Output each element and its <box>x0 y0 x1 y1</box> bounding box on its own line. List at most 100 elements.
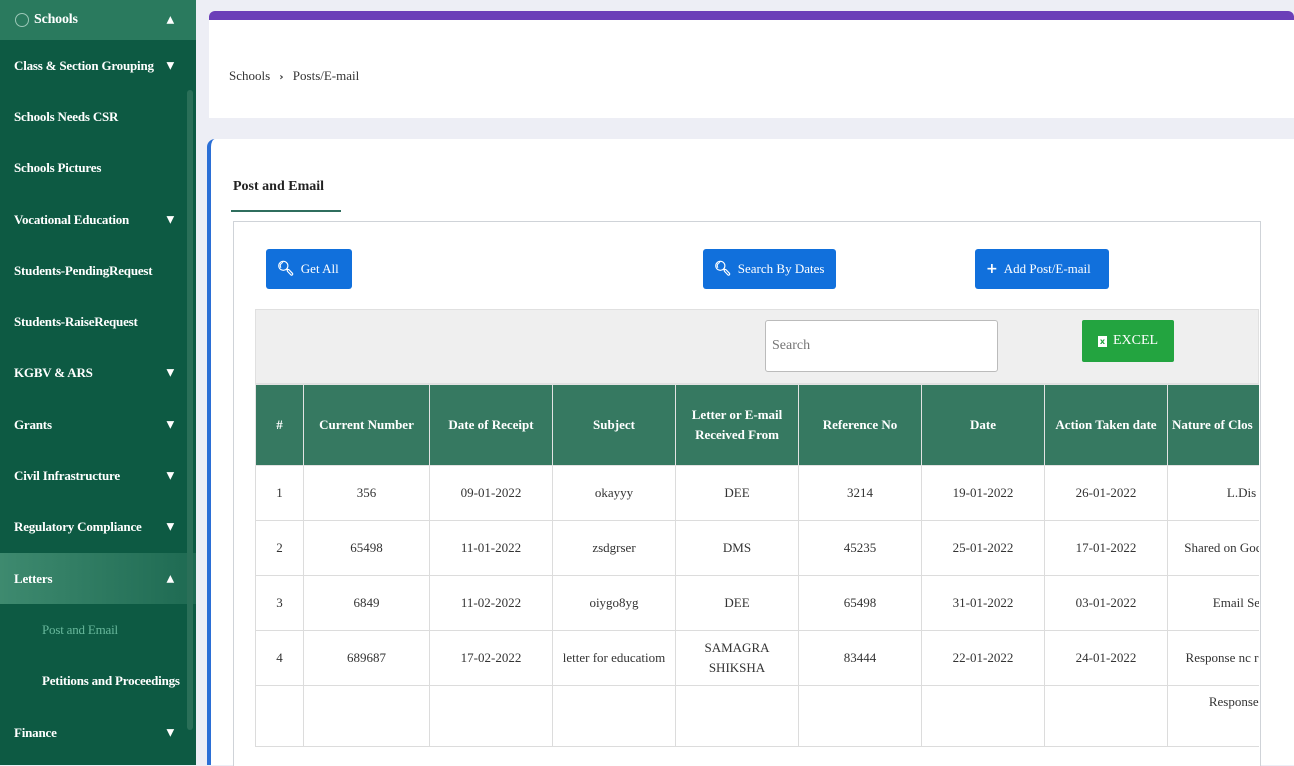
table-cell <box>1044 685 1168 747</box>
chevron-down-icon: ▼ <box>166 419 175 431</box>
sidebar-item-label: Class & Section Grouping <box>14 57 154 73</box>
column-header[interactable]: Letter or E-mail Received From <box>675 384 799 466</box>
sidebar-item-label: Finance <box>14 724 57 740</box>
table-cell: 65498 <box>303 520 430 576</box>
table-cell <box>552 685 676 747</box>
column-header[interactable]: Nature of Clos <box>1167 384 1259 466</box>
table-cell: letter for educatiom <box>552 630 676 686</box>
table-cell <box>255 685 304 747</box>
table-cell: zsdgrser <box>552 520 676 576</box>
tab-post-and-email[interactable]: Post and Email <box>233 179 324 195</box>
table-header-row: # Current Number Date of Receipt Subject… <box>255 384 1259 466</box>
column-header[interactable]: # <box>255 384 304 466</box>
table-toolbar: x EXCEL <box>255 309 1259 384</box>
table-cell: 31-01-2022 <box>921 575 1045 631</box>
table-cell: oiygo8yg <box>552 575 676 631</box>
breadcrumb-root[interactable]: Schools <box>229 68 270 83</box>
column-header[interactable]: Reference No <box>798 384 922 466</box>
table-cell: 1 <box>255 465 304 521</box>
table-cell: 17-02-2022 <box>429 630 553 686</box>
column-header[interactable]: Date of Receipt <box>429 384 553 466</box>
chevron-down-icon: ▼ <box>166 60 175 72</box>
column-header[interactable]: Action Taken date <box>1044 384 1168 466</box>
sidebar-item-label: Schools Needs CSR <box>14 108 119 124</box>
sidebar-item-vocational-education[interactable]: Vocational Education ▼ <box>0 194 196 245</box>
excel-file-icon: x <box>1097 335 1107 347</box>
get-all-button[interactable]: 🔍︎ Get All <box>266 249 352 289</box>
table-cell: 2 <box>255 520 304 576</box>
column-header[interactable]: Date <box>921 384 1045 466</box>
post-email-table: # Current Number Date of Receipt Subject… <box>255 384 1259 747</box>
table-cell: 45235 <box>798 520 922 576</box>
table-cell: 689687 <box>303 630 430 686</box>
table-cell: 03-01-2022 <box>1044 575 1168 631</box>
table-row: 4 689687 17-02-2022 letter for educatiom… <box>255 630 1259 686</box>
table-cell <box>429 685 553 747</box>
table-cell: 17-01-2022 <box>1044 520 1168 576</box>
add-post-email-button[interactable]: + Add Post/E-mail <box>975 249 1109 289</box>
chevron-down-icon: ▼ <box>166 727 175 738</box>
table-cell: 3214 <box>798 465 922 521</box>
get-all-label: Get All <box>300 261 339 276</box>
table-cell: L.Dis <box>1167 465 1259 521</box>
table-cell <box>921 685 1045 747</box>
sidebar-item-post-and-email[interactable]: Post and Email <box>0 604 196 655</box>
table-cell: Response nc required <box>1167 630 1259 686</box>
table-row: 3 6849 11-02-2022 oiygo8yg DEE 65498 31-… <box>255 575 1259 631</box>
plus-icon: + <box>986 261 998 277</box>
header-card: Schools › Posts/E-mail <box>209 20 1294 118</box>
sidebar-scrollbar[interactable] <box>187 90 193 730</box>
breadcrumb-current: Posts/E-mail <box>292 68 360 83</box>
sidebar-item-schools-pictures[interactable]: Schools Pictures <box>0 143 196 194</box>
sidebar-item-grants[interactable]: Grants ▼ <box>0 399 196 450</box>
column-header[interactable]: Subject <box>552 384 676 466</box>
add-post-email-label: Add Post/E-mail <box>1003 261 1091 276</box>
sidebar-item-schools-needs-csr[interactable]: Schools Needs CSR <box>0 91 196 142</box>
sidebar-item-label: Schools Pictures <box>14 160 102 176</box>
chevron-down-icon: ▼ <box>166 470 175 482</box>
table-cell: 22-01-2022 <box>921 630 1045 686</box>
sidebar-item-civil-infrastructure[interactable]: Civil Infrastructure ▼ <box>0 450 196 501</box>
sidebar-item-students-pending-request[interactable]: Students-PendingRequest <box>0 245 196 296</box>
table-cell: 6849 <box>303 575 430 631</box>
sidebar-item-kgbv-ars[interactable]: KGBV & ARS ▼ <box>0 348 196 399</box>
column-header[interactable]: Current Number <box>303 384 430 466</box>
search-input[interactable] <box>765 320 998 372</box>
table-cell: DEE <box>675 575 799 631</box>
excel-export-button[interactable]: x EXCEL <box>1082 320 1174 362</box>
sidebar-item-label: Vocational Education <box>14 211 130 227</box>
sidebar-item-regulatory-compliance[interactable]: Regulatory Compliance ▼ <box>0 502 196 553</box>
sidebar-item-letters[interactable]: Letters ▲ <box>0 552 196 605</box>
sidebar-item-label: Students-PendingRequest <box>14 262 153 278</box>
table-cell <box>798 685 922 747</box>
search-by-dates-button[interactable]: 🔍︎ Search By Dates <box>703 249 836 289</box>
table-cell: 83444 <box>798 630 922 686</box>
search-by-dates-label: Search By Dates <box>737 261 825 276</box>
table-row: 2 65498 11-01-2022 zsdgrser DMS 45235 25… <box>255 520 1259 576</box>
chevron-up-icon: ▲ <box>166 14 175 26</box>
chevron-down-icon: ▼ <box>166 367 175 379</box>
sidebar-item-finance[interactable]: Finance ▼ <box>0 707 196 758</box>
table-cell: 09-01-2022 <box>429 465 553 521</box>
sidebar-item-label: Grants <box>14 416 52 432</box>
sidebar-item-students-raise-request[interactable]: Students-RaiseRequest <box>0 296 196 347</box>
table-cell: okayyy <box>552 465 676 521</box>
table-cell: 25-01-2022 <box>921 520 1045 576</box>
sidebar-item-label: Students-RaiseRequest <box>14 314 138 330</box>
table-cell: Shared on Goc Sheets <box>1167 520 1259 576</box>
table-cell: 356 <box>303 465 430 521</box>
sidebar-item-petitions-and-proceedings[interactable]: Petitions and Proceedings <box>0 656 196 707</box>
sidebar-item-label: Schools <box>34 12 78 27</box>
excel-label: EXCEL <box>1112 333 1159 348</box>
sidebar-item-label: Civil Infrastructure <box>14 468 120 484</box>
sidebar-item-schools[interactable]: Schools ▲ <box>0 0 196 40</box>
table-cell: 3 <box>255 575 304 631</box>
table-row: Response nc <box>255 685 1259 747</box>
table-cell: 11-01-2022 <box>429 520 553 576</box>
table-container[interactable]: # Current Number Date of Receipt Subject… <box>255 384 1259 766</box>
table-cell <box>675 685 799 747</box>
sidebar-item-class-section-grouping[interactable]: Class & Section Grouping ▼ <box>0 40 196 91</box>
sidebar-item-label: Petitions and Proceedings <box>42 673 180 689</box>
sidebar: Schools ▲ Class & Section Grouping ▼ Sch… <box>0 0 196 765</box>
sidebar-item-label: KGBV & ARS <box>14 365 93 381</box>
